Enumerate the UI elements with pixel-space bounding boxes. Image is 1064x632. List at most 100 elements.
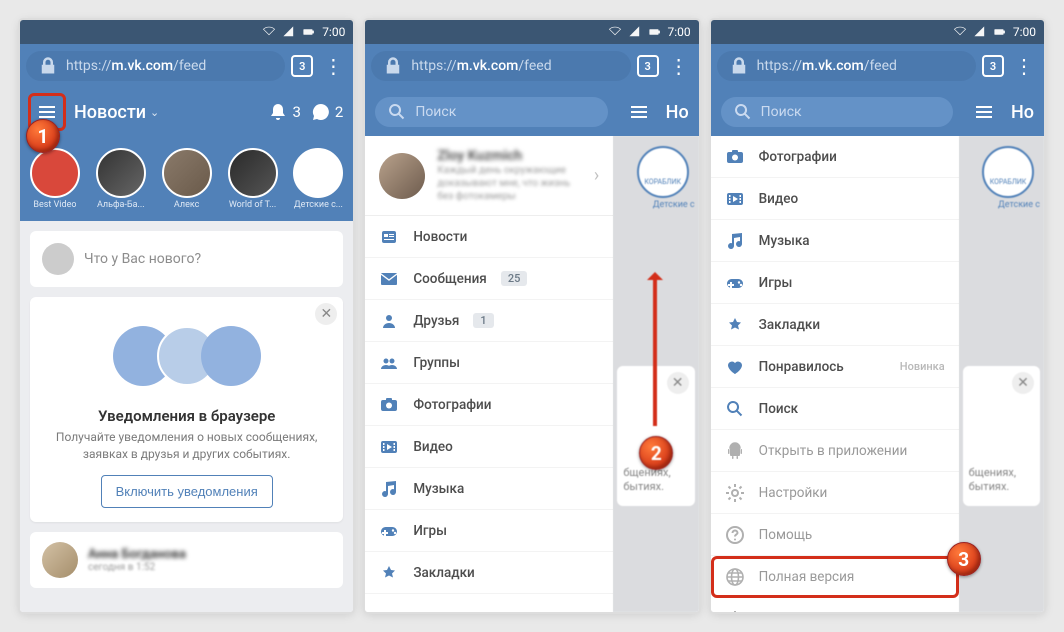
story-item[interactable]: Детские с... <box>289 148 347 210</box>
menu-label: Полная версия <box>759 569 855 585</box>
profile-avatar <box>379 153 425 199</box>
menu-label: Видео <box>759 191 798 207</box>
composer[interactable]: Что у Вас нового? <box>30 231 343 287</box>
like-icon <box>725 357 745 377</box>
feed-title-cut: Но <box>666 102 689 123</box>
story-item[interactable]: Альфа-Ба... <box>92 148 150 210</box>
content: ФотографииВидеоМузыкаИгрыЗакладкиПонрави… <box>711 136 1044 612</box>
signal-icon <box>282 25 296 39</box>
side-menu: ФотографииВидеоМузыкаИгрыЗакладкиПонрави… <box>711 136 959 612</box>
step-badge-1: 1 <box>26 119 60 153</box>
chat-icon <box>311 102 331 122</box>
hamburger-menu-button[interactable] <box>967 95 1001 129</box>
menu-item-like[interactable]: ПонравилосьНовинка <box>711 346 959 388</box>
side-menu: Zloy KuzmichКаждый день окружающие доказ… <box>365 136 613 612</box>
bookmarks-icon <box>725 315 745 335</box>
enable-notifications-button[interactable]: Включить уведомления <box>101 475 273 508</box>
profile-header[interactable]: Zloy KuzmichКаждый день окружающие доказ… <box>365 136 613 216</box>
search-icon <box>387 102 407 122</box>
url-chip[interactable]: https://m.vk.com/feed <box>371 51 630 81</box>
dimmed-background[interactable]: КОРАБЛИК Детские с ✕ бщениях, бытиях. 2 <box>613 136 698 612</box>
menu-item-photo[interactable]: Фотографии <box>365 384 613 426</box>
screen-1: 7:00 https://m.vk.com/feed 3 ⋮ 1 Новости… <box>20 20 353 612</box>
battery-icon <box>302 25 316 39</box>
menu-item-help[interactable]: Помощь <box>711 514 959 556</box>
lock-icon <box>729 56 749 76</box>
feed-content: Best Video Альфа-Ба... Алекс World of T.… <box>20 136 353 612</box>
menu-label: Понравилось <box>759 359 844 375</box>
feed-post[interactable]: Анна Богданова сегодня в 1:52 <box>30 532 343 588</box>
hamburger-menu-button[interactable] <box>622 95 656 129</box>
menu-item-music[interactable]: Музыка <box>365 468 613 510</box>
menu-item-games[interactable]: Игры <box>711 262 959 304</box>
menu-item-bookmarks[interactable]: Закладки <box>711 304 959 346</box>
vk-header: Поиск Но <box>365 88 698 136</box>
menu-item-news[interactable]: Новости <box>365 216 613 258</box>
photo-icon <box>379 395 399 415</box>
bookmarks-icon <box>379 563 399 583</box>
post-avatar <box>42 542 78 578</box>
tab-counter[interactable]: 3 <box>637 55 659 77</box>
tab-counter[interactable]: 3 <box>982 55 1004 77</box>
close-icon[interactable]: ✕ <box>315 303 337 325</box>
music-icon <box>725 231 745 251</box>
user-avatar <box>42 243 74 275</box>
menu-item-music[interactable]: Музыка <box>711 220 959 262</box>
menu-label: Видео <box>413 439 452 455</box>
browser-menu-icon[interactable]: ⋮ <box>319 54 347 78</box>
lock-icon <box>383 56 403 76</box>
tab-counter[interactable]: 3 <box>291 55 313 77</box>
menu-item-power[interactable]: Выход <box>711 598 959 612</box>
composer-placeholder: Что у Вас нового? <box>84 251 201 267</box>
dimmed-background[interactable]: КОРАБЛИК Детские с ✕ бщениях, бытиях. <box>959 136 1044 612</box>
stories-bar[interactable]: Best Video Альфа-Ба... Алекс World of T.… <box>20 136 353 221</box>
search-input[interactable]: Поиск <box>721 97 953 127</box>
battery-icon <box>993 25 1007 39</box>
browser-menu-icon[interactable]: ⋮ <box>1010 54 1038 78</box>
games-icon <box>379 521 399 541</box>
browser-menu-icon[interactable]: ⋮ <box>665 54 693 78</box>
url-chip[interactable]: https://m.vk.com/feed <box>26 51 285 81</box>
menu-label: Новости <box>413 229 467 245</box>
menu-item-video[interactable]: Видео <box>711 178 959 220</box>
close-icon[interactable]: ✕ <box>1012 372 1034 394</box>
menu-label: Игры <box>759 275 793 291</box>
story-item[interactable]: World of T... <box>224 148 282 210</box>
battery-icon <box>648 25 662 39</box>
menu-item-bookmarks[interactable]: Закладки <box>365 552 613 594</box>
swipe-up-arrow <box>653 276 657 426</box>
groups-icon <box>379 353 399 373</box>
menu-item-games[interactable]: Игры <box>365 510 613 552</box>
settings-icon <box>725 483 745 503</box>
menu-item-msg[interactable]: Сообщения25 <box>365 258 613 300</box>
promo-illustration <box>44 311 329 401</box>
android-icon <box>725 441 745 461</box>
story-item[interactable]: Алекс <box>158 148 216 210</box>
menu-item-friends[interactable]: Друзья1 <box>365 300 613 342</box>
menu-item-search[interactable]: Поиск <box>711 388 959 430</box>
hamburger-icon <box>629 102 649 122</box>
wifi-empty-icon <box>608 25 622 39</box>
messages-button[interactable]: 2 <box>311 102 343 122</box>
url-chip[interactable]: https://m.vk.com/feed <box>717 51 976 81</box>
close-icon[interactable]: ✕ <box>667 372 689 394</box>
story-circle: КОРАБЛИК <box>982 146 1034 198</box>
menu-item-groups[interactable]: Группы <box>365 342 613 384</box>
vk-header: Поиск Но <box>711 88 1044 136</box>
lock-icon <box>38 56 58 76</box>
status-bar: 7:00 <box>20 20 353 44</box>
menu-item-video[interactable]: Видео <box>365 426 613 468</box>
search-icon <box>725 399 745 419</box>
menu-item-photo[interactable]: Фотографии <box>711 136 959 178</box>
menu-item-globe[interactable]: Полная версия <box>711 556 959 598</box>
search-input[interactable]: Поиск <box>375 97 607 127</box>
menu-item-settings[interactable]: Настройки <box>711 472 959 514</box>
menu-label: Друзья <box>413 313 459 329</box>
notifications-button[interactable]: 3 <box>268 102 300 122</box>
story-item[interactable]: Best Video <box>26 148 84 210</box>
menu-item-android[interactable]: Открыть в приложении <box>711 430 959 472</box>
promo-title: Уведомления в браузере <box>44 407 329 425</box>
content: Zloy KuzmichКаждый день окружающие доказ… <box>365 136 698 612</box>
feed-title[interactable]: Новости⌄ <box>74 102 159 123</box>
wifi-empty-icon <box>953 25 967 39</box>
